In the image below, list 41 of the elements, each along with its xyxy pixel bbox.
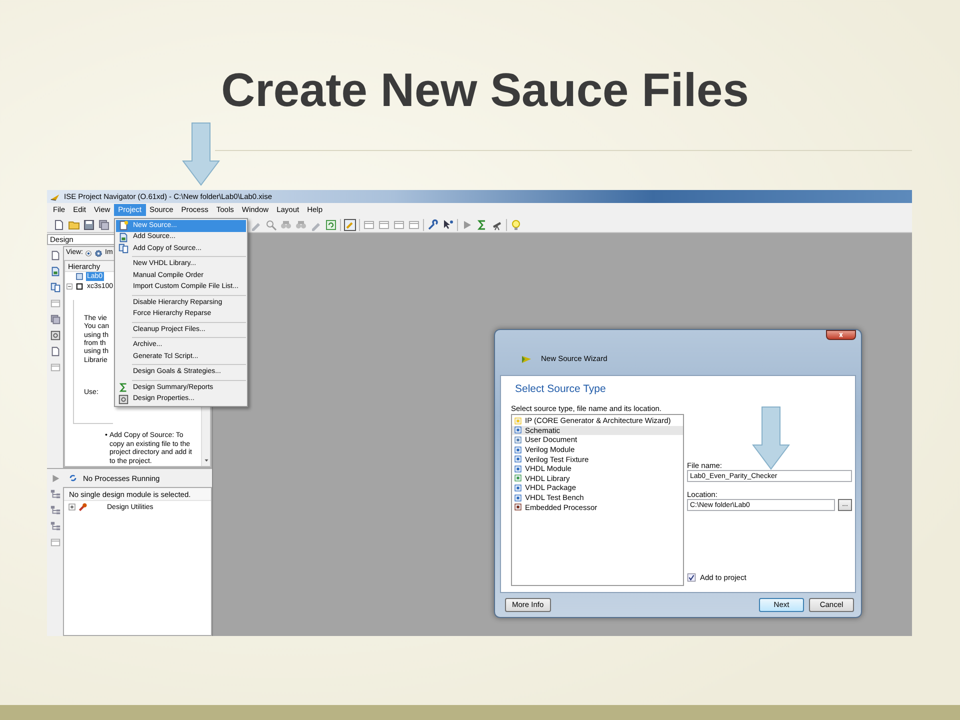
- window-icon[interactable]: [50, 298, 60, 309]
- expand-icon[interactable]: [68, 503, 76, 511]
- slide-title: Create New Sauce Files: [220, 66, 749, 118]
- app-logo-icon: [49, 192, 61, 202]
- window-icon[interactable]: [393, 218, 405, 230]
- down-arrow: [182, 122, 220, 186]
- window-icon[interactable]: [408, 218, 420, 230]
- tree-view-icon[interactable]: [50, 505, 60, 516]
- checkbox[interactable]: [687, 573, 696, 582]
- documents-icon[interactable]: [50, 314, 60, 325]
- play-icon[interactable]: [461, 218, 473, 230]
- lightbulb-icon[interactable]: [510, 218, 522, 230]
- binoculars-icon[interactable]: [295, 218, 307, 230]
- refresh-icon[interactable]: [325, 218, 337, 230]
- sigma-icon[interactable]: [476, 218, 488, 230]
- radio-icon[interactable]: [85, 250, 92, 257]
- properties-icon[interactable]: [50, 330, 60, 341]
- gear-icon: [94, 249, 103, 258]
- tree-view-icon[interactable]: [50, 521, 60, 532]
- close-button[interactable]: [826, 330, 856, 340]
- binoculars-icon[interactable]: [280, 218, 292, 230]
- collapse-icon[interactable]: [66, 283, 73, 290]
- documents-icon: [118, 243, 129, 254]
- magnifier-icon[interactable]: [265, 218, 277, 230]
- tree-view-icon[interactable]: [50, 489, 60, 500]
- disks-icon[interactable]: [98, 218, 110, 230]
- pencil-frame-icon[interactable]: [344, 218, 356, 230]
- window-icon[interactable]: [50, 362, 60, 373]
- window-icon[interactable]: [50, 537, 60, 548]
- properties-icon: [118, 394, 129, 405]
- scroll-down-icon[interactable]: [202, 457, 210, 464]
- new-document-icon: [118, 220, 129, 232]
- down-arrow: [751, 406, 791, 470]
- sigma-icon: [118, 382, 129, 394]
- wrench-icon[interactable]: [427, 218, 439, 230]
- window-icon[interactable]: [363, 218, 375, 230]
- refresh-icon: [68, 473, 78, 483]
- pointer-icon[interactable]: [442, 218, 454, 230]
- section-heading: Select Source Type: [515, 383, 607, 397]
- window-icon[interactable]: [378, 218, 390, 230]
- square-icon: [75, 282, 84, 292]
